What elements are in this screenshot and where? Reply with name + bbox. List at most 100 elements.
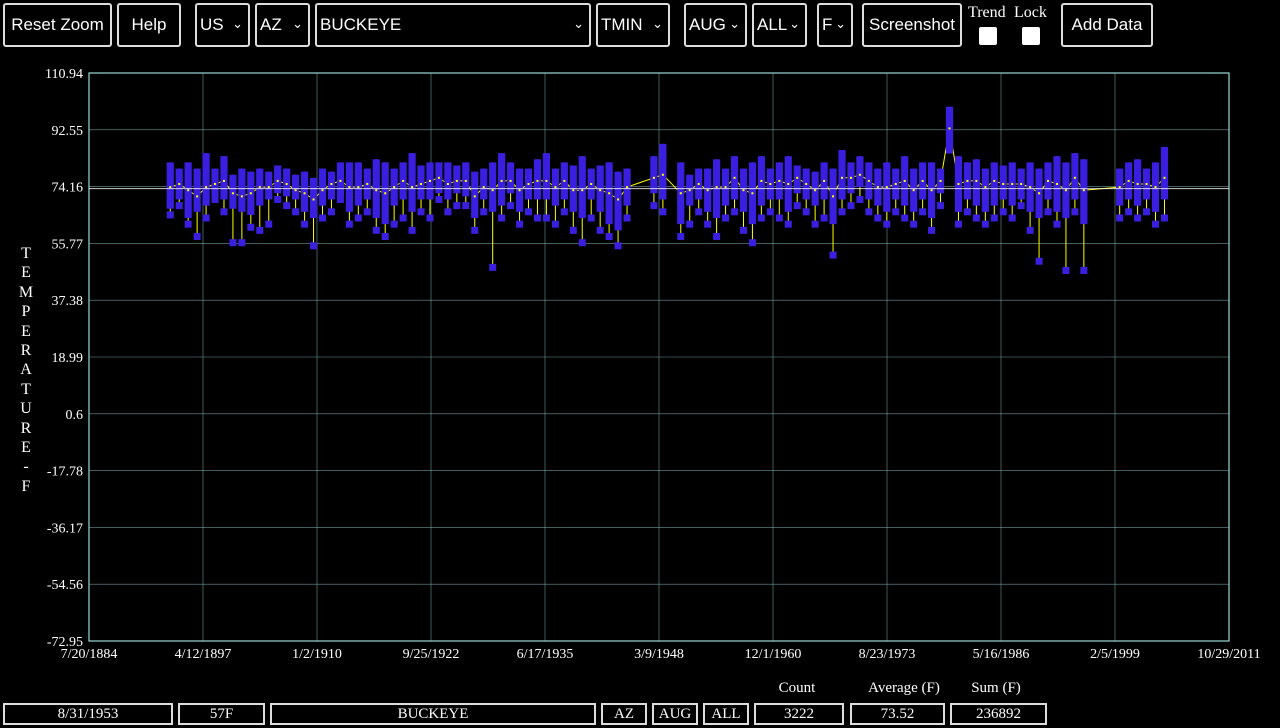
median-marker (240, 195, 243, 198)
box (444, 162, 452, 200)
x-tick-label: 2/5/1999 (1090, 647, 1140, 662)
min-marker (963, 208, 971, 216)
box (193, 168, 201, 212)
year-box (247, 171, 255, 231)
min-marker (596, 226, 604, 234)
min-marker (399, 214, 407, 222)
year-box (954, 156, 963, 228)
min-marker (1080, 266, 1088, 274)
status-sum: 236892 (950, 703, 1047, 725)
min-marker (713, 233, 721, 241)
x-tick-label: 10/29/2011 (1197, 647, 1260, 662)
min-marker (847, 202, 855, 210)
box (211, 168, 219, 197)
min-marker (551, 220, 559, 228)
min-marker (865, 208, 873, 216)
year-box (489, 162, 497, 271)
y-tick-label: 74.16 (52, 181, 84, 196)
count-label: Count (778, 680, 816, 696)
min-marker (1044, 208, 1052, 216)
median-marker (366, 183, 369, 186)
median-marker (903, 179, 906, 182)
median-marker (984, 186, 987, 189)
min-marker (856, 195, 864, 203)
min-marker (1125, 208, 1133, 216)
median-marker (491, 189, 494, 192)
median-marker (1020, 183, 1023, 186)
min-marker (435, 195, 443, 203)
year-box (990, 162, 998, 222)
min-marker (1116, 214, 1124, 222)
min-marker (999, 208, 1007, 216)
y-tick-label: 92.55 (52, 124, 84, 139)
min-marker (677, 233, 685, 241)
median-marker (267, 186, 270, 189)
min-marker (981, 220, 989, 228)
median-marker (742, 189, 745, 192)
median-marker (823, 179, 826, 182)
box (274, 165, 282, 194)
median-marker (921, 179, 924, 182)
median-marker (876, 186, 879, 189)
status-state: AZ (601, 703, 647, 725)
box (578, 156, 586, 218)
min-marker (659, 208, 667, 216)
median-marker (473, 195, 476, 198)
min-marker (345, 220, 353, 228)
min-marker (310, 242, 318, 250)
min-marker (175, 202, 183, 210)
year-box (730, 156, 739, 216)
year-box (1116, 168, 1124, 222)
min-marker (256, 226, 264, 234)
min-marker (516, 220, 524, 228)
median-marker (608, 192, 611, 195)
y-tick-label: 55.77 (52, 237, 84, 252)
year-box (471, 171, 479, 234)
year-box (713, 159, 721, 241)
median-marker (312, 198, 315, 201)
min-marker (883, 220, 891, 228)
median-marker (572, 189, 575, 192)
year-box (578, 156, 586, 247)
min-marker (954, 220, 962, 228)
year-box (1160, 146, 1169, 222)
min-marker (910, 220, 918, 228)
min-marker (166, 211, 174, 219)
year-box (856, 156, 864, 203)
box (856, 156, 864, 188)
median-marker (849, 176, 852, 179)
year-box (542, 153, 551, 222)
median-marker (966, 179, 969, 182)
year-box (417, 165, 425, 216)
year-box (1071, 153, 1079, 216)
median-marker (285, 183, 288, 186)
box (292, 174, 300, 200)
min-marker (901, 214, 909, 222)
x-tick-label: 7/20/1884 (61, 647, 118, 662)
year-box (265, 171, 273, 228)
median-marker (1064, 189, 1067, 192)
median-marker (303, 192, 306, 195)
min-marker (211, 195, 219, 203)
year-box (739, 168, 748, 234)
year-box (238, 168, 246, 247)
year-box (524, 168, 533, 216)
min-marker (381, 233, 389, 241)
median-marker (1163, 176, 1166, 179)
min-marker (560, 208, 568, 216)
median-marker (733, 176, 736, 179)
year-box (623, 168, 631, 222)
median-marker (500, 179, 503, 182)
box (283, 168, 291, 197)
box (265, 171, 273, 200)
min-marker (838, 208, 846, 216)
median-marker (841, 176, 844, 179)
year-box (829, 168, 837, 259)
median-marker (231, 192, 234, 195)
year-box (1008, 162, 1016, 222)
box (309, 177, 318, 218)
temperature-chart[interactable]: 110.94 92.55 74.16 55.77 37.38 18.99 0.6 -17.78… (0, 0, 1280, 670)
year-box (820, 162, 828, 222)
min-marker (462, 202, 470, 210)
year-box (1142, 168, 1151, 216)
